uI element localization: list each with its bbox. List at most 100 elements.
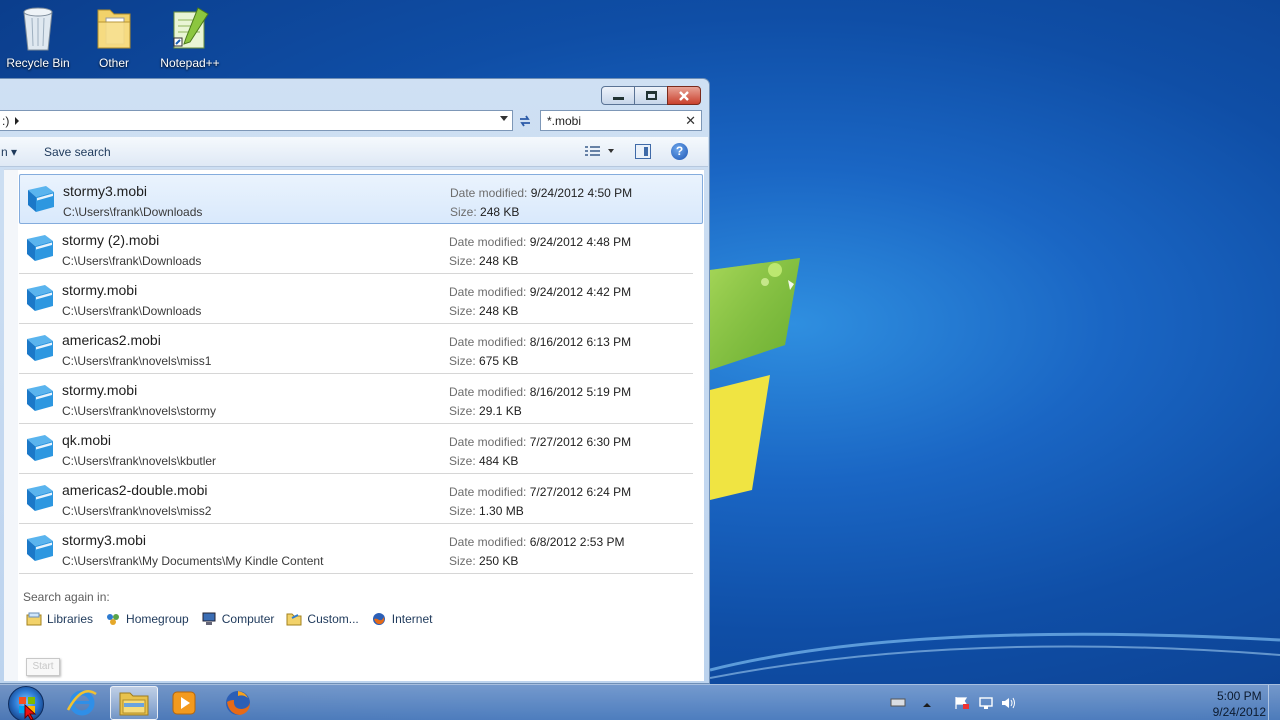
taskbar-internet-explorer[interactable] bbox=[58, 686, 106, 720]
date-modified-value: 8/16/2012 5:19 PM bbox=[529, 385, 632, 399]
search-again-link-internet[interactable]: Internet bbox=[371, 612, 432, 626]
clock-time: 5:00 PM bbox=[1216, 689, 1262, 703]
desktop-icon-label: Recycle Bin bbox=[6, 56, 70, 70]
result-row[interactable]: americas2-double.mobi C:\Users\frank\nove… bbox=[19, 474, 693, 524]
result-row[interactable]: stormy.mobi C:\Users\frank\novels\stormy D… bbox=[19, 374, 693, 424]
result-date-modified: Date modified: 6/8/2012 2:53 PM bbox=[449, 535, 624, 549]
result-file-name: qk.mobi bbox=[62, 432, 112, 448]
mobi-file-icon bbox=[23, 333, 55, 363]
result-row[interactable]: americas2.mobi C:\Users\frank\novels\miss… bbox=[19, 324, 693, 374]
result-row[interactable]: qk.mobi C:\Users\frank\novels\kbutler Date… bbox=[19, 424, 693, 474]
change-view-icon[interactable] bbox=[584, 145, 602, 159]
start-tooltip-ghost: Start bbox=[26, 658, 60, 676]
custom-folder-icon bbox=[286, 612, 302, 626]
desktop-icon-label: Notepad++ bbox=[160, 56, 220, 70]
result-size: Size: 484 KB bbox=[449, 454, 518, 468]
maximize-button[interactable] bbox=[634, 86, 668, 105]
result-row[interactable]: stormy.mobi C:\Users\frank\Downloads Date … bbox=[19, 274, 693, 324]
date-modified-label: Date modified: bbox=[450, 186, 528, 200]
organize-menu-button[interactable]: n ▾ bbox=[1, 145, 17, 159]
size-label: Size: bbox=[449, 454, 476, 468]
result-date-modified: Date modified: 9/24/2012 4:50 PM bbox=[450, 186, 632, 200]
result-size: Size: 248 KB bbox=[450, 205, 519, 219]
result-row[interactable]: stormy3.mobi C:\Users\frank\Downloads Date… bbox=[19, 174, 703, 224]
date-modified-label: Date modified: bbox=[449, 235, 527, 249]
result-file-path: C:\Users\frank\novels\miss2 bbox=[62, 504, 212, 518]
result-date-modified: Date modified: 9/24/2012 4:42 PM bbox=[449, 285, 631, 299]
address-bar[interactable]: :) bbox=[0, 110, 513, 131]
size-value: 248 KB bbox=[479, 304, 519, 318]
search-again-link-label: Computer bbox=[221, 612, 275, 626]
mobi-file-icon bbox=[23, 533, 55, 563]
date-modified-label: Date modified: bbox=[449, 335, 527, 349]
search-again-link-custom[interactable]: Custom... bbox=[286, 612, 359, 626]
desktop-icon-notepad-plus-plus[interactable]: Notepad++ bbox=[152, 4, 228, 70]
size-label: Size: bbox=[449, 554, 476, 568]
desktop-icon-label: Other bbox=[98, 56, 129, 70]
firefox-icon bbox=[226, 691, 250, 715]
result-file-path: C:\Users\frank\Downloads bbox=[62, 254, 202, 268]
result-row[interactable]: stormy (2).mobi C:\Users\frank\Downloads D… bbox=[19, 224, 693, 274]
result-file-name: stormy.mobi bbox=[62, 282, 138, 298]
size-label: Size: bbox=[449, 504, 476, 518]
date-modified-value: 7/27/2012 6:24 PM bbox=[529, 485, 632, 499]
result-date-modified: Date modified: 7/27/2012 6:24 PM bbox=[449, 485, 631, 499]
show-desktop-button[interactable] bbox=[1268, 685, 1280, 720]
minimize-icon bbox=[612, 97, 624, 100]
search-again-link-label: Custom... bbox=[307, 612, 359, 626]
desktop-icon-recycle-bin[interactable]: Recycle Bin bbox=[0, 4, 76, 70]
close-button[interactable] bbox=[667, 86, 701, 105]
mobi-file-icon bbox=[23, 483, 55, 513]
action-center-flag-icon[interactable] bbox=[954, 696, 970, 710]
result-size: Size: 675 KB bbox=[449, 354, 518, 368]
caption-buttons bbox=[601, 86, 701, 105]
search-again-link-libraries[interactable]: Libraries bbox=[26, 612, 93, 626]
taskbar-windows-explorer[interactable] bbox=[110, 686, 158, 720]
wallpaper-swoosh bbox=[710, 632, 1280, 679]
date-modified-value: 9/24/2012 4:48 PM bbox=[529, 235, 632, 249]
result-file-path: C:\Users\frank\novels\miss1 bbox=[62, 354, 212, 368]
result-size: Size: 29.1 KB bbox=[449, 404, 522, 418]
refresh-icon bbox=[520, 115, 530, 126]
show-hidden-icons-icon[interactable] bbox=[922, 698, 938, 712]
windows-explorer-icon bbox=[119, 692, 149, 716]
mouse-cursor-icon bbox=[24, 704, 37, 720]
size-value: 248 KB bbox=[479, 254, 519, 268]
taskbar-media-player[interactable] bbox=[160, 686, 208, 720]
search-again-links: Libraries Homegroup Computer Custom... Inter… bbox=[26, 612, 444, 626]
keyboard-icon[interactable] bbox=[890, 696, 906, 710]
mobi-file-icon bbox=[23, 233, 55, 263]
size-value: 248 KB bbox=[480, 205, 520, 219]
network-icon[interactable] bbox=[978, 696, 994, 710]
help-icon[interactable]: ? bbox=[671, 143, 688, 160]
search-again-link-computer[interactable]: Computer bbox=[201, 612, 275, 626]
address-history-dropdown-icon[interactable] bbox=[500, 116, 508, 121]
volume-icon[interactable] bbox=[1000, 696, 1016, 710]
windows-logo-wallpaper bbox=[710, 258, 800, 500]
explorer-window: :) *.mobi ✕ n ▾ Save search ? stormy3.mo… bbox=[0, 78, 710, 684]
clear-search-icon[interactable]: ✕ bbox=[685, 113, 696, 129]
result-file-name: stormy3.mobi bbox=[63, 183, 148, 199]
refresh-button[interactable] bbox=[514, 110, 536, 131]
preview-pane-icon[interactable] bbox=[635, 144, 651, 159]
search-results-pane: stormy3.mobi C:\Users\frank\Downloads Date… bbox=[4, 169, 704, 681]
save-search-button[interactable]: Save search bbox=[44, 145, 111, 159]
result-file-name: americas2-double.mobi bbox=[62, 482, 208, 498]
desktop-icon-other[interactable]: Other bbox=[76, 4, 152, 70]
breadcrumb-chevron-icon[interactable] bbox=[15, 116, 20, 125]
notification-area: 5:00 PM 9/24/2012 bbox=[890, 685, 1280, 720]
result-row[interactable]: stormy3.mobi C:\Users\frank\My Documents\… bbox=[19, 524, 693, 574]
minimize-button[interactable] bbox=[601, 86, 635, 105]
computer-icon bbox=[201, 612, 217, 626]
system-clock[interactable]: 5:00 PM 9/24/2012 bbox=[1213, 688, 1266, 720]
search-input[interactable]: *.mobi ✕ bbox=[540, 110, 702, 131]
mobi-file-icon bbox=[23, 433, 55, 463]
size-label: Size: bbox=[449, 354, 476, 368]
taskbar-firefox[interactable] bbox=[214, 686, 262, 720]
clock-date: 9/24/2012 bbox=[1212, 705, 1266, 719]
search-again-link-homegroup[interactable]: Homegroup bbox=[105, 612, 189, 626]
libraries-icon bbox=[26, 612, 42, 626]
search-again-link-label: Libraries bbox=[47, 612, 94, 626]
media-player-icon bbox=[172, 691, 196, 715]
view-options-dropdown-icon[interactable] bbox=[608, 149, 614, 153]
